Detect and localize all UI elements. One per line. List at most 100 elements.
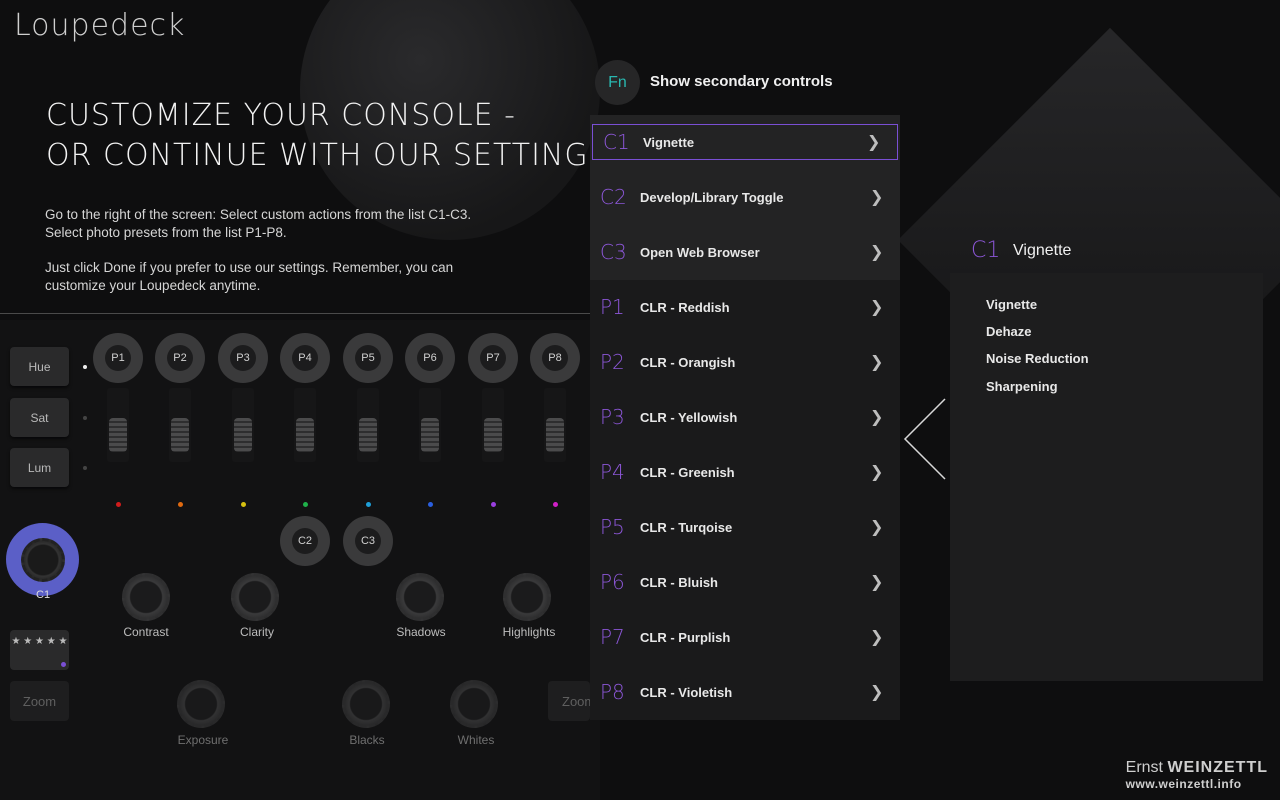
fn-button[interactable]: Fn (595, 60, 640, 105)
action-code: P7 (600, 625, 625, 649)
action-row-p1[interactable]: P1 CLR - Reddish ❯ (590, 289, 900, 325)
channel-color-dot (553, 502, 558, 507)
c3-button[interactable]: C3 (343, 516, 393, 566)
c2-label: C2 (292, 528, 318, 554)
clarity-knob[interactable] (231, 573, 279, 621)
fader-handle[interactable] (546, 418, 564, 452)
whites-knob[interactable] (450, 680, 498, 728)
section-divider (0, 313, 590, 314)
fader-handle[interactable] (171, 418, 189, 452)
p8-button[interactable]: P8 (530, 333, 580, 383)
headline-line-1: CUSTOMIZE YOUR CONSOLE - (46, 98, 516, 133)
headline-line-2: OR CONTINUE WITH OUR SETTINGS (46, 138, 609, 173)
chevron-right-icon: ❯ (870, 189, 884, 206)
instructions-paragraph: Go to the right of the screen: Select cu… (45, 206, 565, 242)
fader-6[interactable] (419, 388, 441, 462)
action-code: P6 (600, 570, 625, 594)
sat-indicator (83, 416, 87, 420)
p6-label: P6 (417, 345, 443, 371)
done-paragraph: Just click Done if you prefer to use our… (45, 259, 565, 295)
c1-dial-label: C1 (36, 589, 51, 601)
hue-indicator (83, 365, 87, 369)
fader-2[interactable] (169, 388, 191, 462)
c2-button[interactable]: C2 (280, 516, 330, 566)
fader-7[interactable] (482, 388, 504, 462)
watermark-name: Ernst WEINZETTL (1126, 759, 1268, 777)
fader-handle[interactable] (234, 418, 252, 452)
fader-5[interactable] (357, 388, 379, 462)
p2-button[interactable]: P2 (155, 333, 205, 383)
chevron-right-icon: ❯ (870, 299, 884, 316)
fader-handle[interactable] (359, 418, 377, 452)
fader-handle[interactable] (109, 418, 127, 452)
fader-3[interactable] (232, 388, 254, 462)
shadows-knob[interactable] (396, 573, 444, 621)
chevron-right-icon: ❯ (870, 464, 884, 481)
fader-8[interactable] (544, 388, 566, 462)
p7-label: P7 (480, 345, 506, 371)
option-dehaze[interactable]: Dehaze (986, 324, 1032, 339)
contrast-label: Contrast (123, 625, 169, 639)
action-row-p7[interactable]: P7 CLR - Purplish ❯ (590, 619, 900, 655)
action-code: P4 (600, 460, 625, 484)
action-label: CLR - Purplish (640, 629, 731, 645)
rating-indicator (61, 662, 66, 667)
fader-1[interactable] (107, 388, 129, 462)
exposure-label: Exposure (177, 733, 229, 747)
chevron-right-icon: ❯ (867, 134, 881, 151)
action-row-c2[interactable]: C2 Develop/Library Toggle ❯ (590, 179, 900, 215)
shadows-label: Shadows (396, 625, 446, 639)
sat-button[interactable]: Sat (10, 398, 69, 437)
channel-color-dot (241, 502, 246, 507)
option-sharpening[interactable]: Sharpening (986, 379, 1058, 394)
p5-button[interactable]: P5 (343, 333, 393, 383)
chevron-right-icon: ❯ (870, 684, 884, 701)
done-line-2: customize your Loupedeck anytime. (45, 278, 261, 293)
action-row-p8[interactable]: P8 CLR - Violetish ❯ (590, 674, 900, 710)
channel-color-dot (303, 502, 308, 507)
p7-button[interactable]: P7 (468, 333, 518, 383)
exposure-knob[interactable] (177, 680, 225, 728)
watermark-last-name: WEINZETTL (1167, 759, 1268, 776)
p3-button[interactable]: P3 (218, 333, 268, 383)
watermark-url: www.weinzettl.info (1125, 777, 1242, 791)
action-row-p4[interactable]: P4 CLR - Greenish ❯ (590, 454, 900, 490)
fader-handle[interactable] (421, 418, 439, 452)
option-noise-reduction[interactable]: Noise Reduction (986, 351, 1089, 366)
fader-handle[interactable] (296, 418, 314, 452)
show-secondary-controls-label[interactable]: Show secondary controls (650, 73, 833, 90)
chevron-right-icon: ❯ (870, 629, 884, 646)
instructions-line-1: Go to the right of the screen: Select cu… (45, 207, 472, 222)
channel-color-dot (428, 502, 433, 507)
p6-button[interactable]: P6 (405, 333, 455, 383)
p1-button[interactable]: P1 (93, 333, 143, 383)
p4-button[interactable]: P4 (280, 333, 330, 383)
action-row-p3[interactable]: P3 CLR - Yellowish ❯ (590, 399, 900, 435)
action-row-p5[interactable]: P5 CLR - Turqoise ❯ (590, 509, 900, 545)
action-row-p6[interactable]: P6 CLR - Bluish ❯ (590, 564, 900, 600)
blacks-knob[interactable] (342, 680, 390, 728)
fader-handle[interactable] (484, 418, 502, 452)
chevron-right-icon: ❯ (870, 354, 884, 371)
action-code: C3 (600, 240, 627, 264)
watermark-first-name: Ernst (1125, 759, 1163, 776)
action-row-c1[interactable]: C1 Vignette ❯ (592, 124, 898, 160)
done-line-1: Just click Done if you prefer to use our… (45, 260, 454, 275)
action-row-c3[interactable]: C3 Open Web Browser ❯ (590, 234, 900, 270)
action-label: CLR - Orangish (640, 354, 736, 370)
zoom-button[interactable]: Zoom (10, 681, 69, 721)
p4-label: P4 (292, 345, 318, 371)
zoom-right-button[interactable]: Zoom (548, 681, 590, 721)
option-vignette[interactable]: Vignette (986, 297, 1037, 312)
lum-button[interactable]: Lum (10, 448, 69, 487)
c1-dial[interactable] (6, 523, 79, 596)
highlights-knob[interactable] (503, 573, 551, 621)
contrast-knob[interactable] (122, 573, 170, 621)
action-code: P5 (600, 515, 625, 539)
action-label: CLR - Turqoise (640, 519, 733, 535)
fader-4[interactable] (294, 388, 316, 462)
action-row-p2[interactable]: P2 CLR - Orangish ❯ (590, 344, 900, 380)
action-list: C1 Vignette ❯ C2 Develop/Library Toggle … (590, 115, 900, 720)
hue-button[interactable]: Hue (10, 347, 69, 386)
action-label: CLR - Bluish (640, 574, 718, 590)
